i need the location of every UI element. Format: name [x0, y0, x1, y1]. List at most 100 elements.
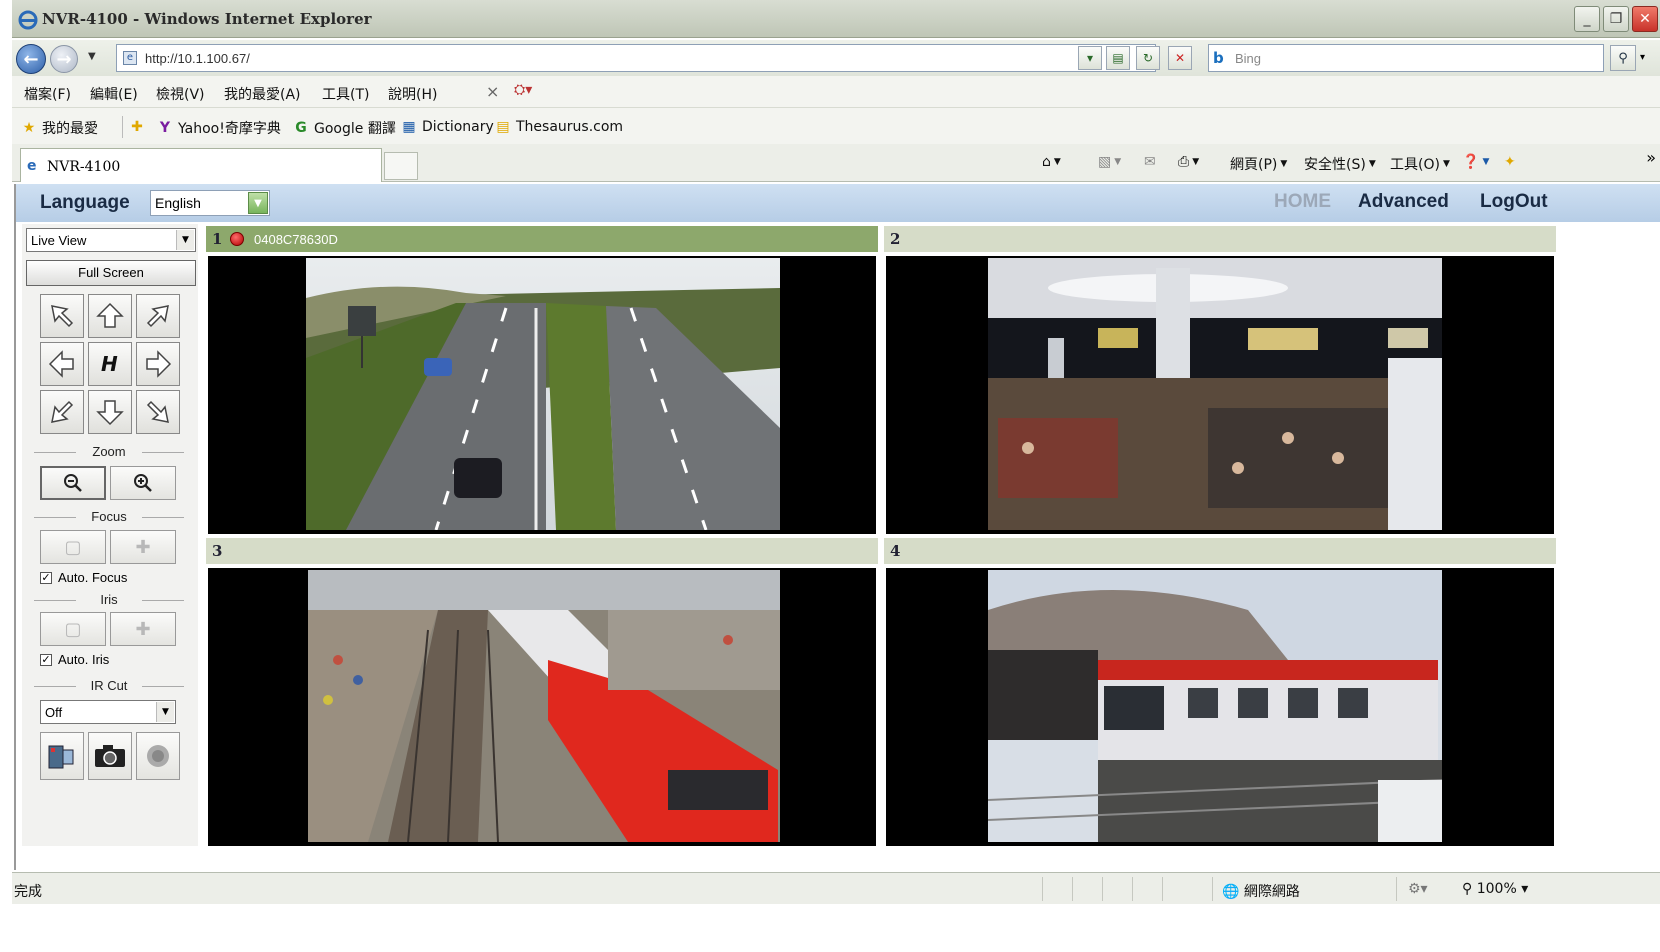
tab-label: NVR-4100 [47, 159, 121, 175]
pan-up-left-button[interactable] [40, 294, 84, 338]
snapshot-button[interactable] [88, 732, 132, 780]
menu-help[interactable]: 說明(H) [388, 84, 437, 104]
record-button[interactable] [40, 732, 84, 780]
pan-down-left-button[interactable] [40, 390, 84, 434]
camera-pane-3[interactable]: 3 [206, 538, 878, 848]
video-screen[interactable] [886, 568, 1554, 846]
fav-thesaurus[interactable]: ▤ Thesaurus.com [494, 118, 623, 136]
safety-menu[interactable]: 安全性(S) ▼ [1304, 154, 1376, 174]
toolbar-overflow-icon[interactable]: » [1646, 148, 1656, 167]
recent-pages-dropdown-icon[interactable]: ▼ [88, 51, 96, 62]
camera-pane-2[interactable]: 2 [884, 226, 1556, 536]
tab-nvr[interactable]: e NVR-4100 [20, 148, 382, 182]
iris-close-button[interactable]: ▢ [40, 612, 106, 646]
camera-pane-4[interactable]: 4 [884, 538, 1556, 848]
search-icon[interactable]: ⚲ [1610, 45, 1636, 71]
pan-up-right-button[interactable] [136, 294, 180, 338]
tilt-up-button[interactable] [88, 294, 132, 338]
camera-pane-1[interactable]: 1 0408C78630D [206, 226, 878, 536]
refresh-icon[interactable]: ↻ [1136, 46, 1160, 70]
favorites-label: 我的最愛 [42, 121, 98, 137]
video-screen[interactable] [886, 256, 1554, 534]
full-screen-button[interactable]: Full Screen [26, 260, 196, 286]
search-box[interactable]: b Bing [1208, 44, 1604, 72]
fav-dictionary[interactable]: ▦ Dictionary [400, 118, 493, 136]
close-window-button[interactable]: ✕ [1632, 6, 1658, 32]
menu-edit[interactable]: 編輯(E) [90, 84, 138, 104]
restore-button[interactable]: ❐ [1603, 6, 1629, 32]
video-feed-airport-hall [988, 258, 1442, 530]
auto-focus-checkbox[interactable]: ✓ Auto. Focus [40, 570, 127, 585]
ir-cut-select[interactable]: Off ▼ [40, 700, 176, 724]
close-toolbar-icon[interactable]: × [486, 82, 499, 101]
feeds-icon[interactable]: ▧ ▼ [1098, 154, 1121, 170]
pan-right-button[interactable] [136, 342, 180, 386]
add-to-favorites-icon[interactable]: ✚ [128, 118, 146, 136]
audio-button[interactable] [136, 732, 180, 780]
view-mode-select[interactable]: Live View ▼ [26, 228, 196, 252]
menu-favorites[interactable]: 我的最愛(A) [224, 84, 301, 104]
pan-down-right-button[interactable] [136, 390, 180, 434]
address-dropdown-icon[interactable]: ▾ [1078, 46, 1102, 70]
arrow-right-icon [146, 350, 172, 378]
advanced-link[interactable]: Advanced [1358, 191, 1449, 213]
zoom-out-button[interactable] [40, 466, 106, 500]
back-button[interactable]: ← [16, 44, 46, 74]
address-bar[interactable]: e http://10.1.100.67/ [116, 44, 1156, 72]
fav-google-label: Google 翻譯 [314, 121, 396, 137]
tilt-down-button[interactable] [88, 390, 132, 434]
focus-far-button[interactable]: ✚ [110, 530, 176, 564]
protected-mode-icon[interactable]: ⚙▾ [1408, 881, 1428, 897]
search-options-dropdown-icon[interactable]: ▾ [1640, 52, 1645, 63]
camera-pane-header: 2 [884, 226, 1556, 252]
logout-link[interactable]: LogOut [1480, 191, 1548, 213]
page-menu[interactable]: 網頁(P) ▼ [1230, 154, 1287, 174]
favorites-divider [122, 116, 123, 138]
pan-left-button[interactable] [40, 342, 84, 386]
arrow-up-right-icon [146, 305, 169, 328]
compatibility-view-icon[interactable]: ▤ [1106, 46, 1130, 70]
focus-label: Focus [34, 509, 184, 524]
help-icon[interactable]: ❓ ▼ [1462, 154, 1489, 170]
page-icon: e [123, 51, 137, 65]
iris-open-button[interactable]: ✚ [110, 612, 176, 646]
minimize-button[interactable]: _ [1574, 6, 1600, 32]
zoom-level[interactable]: ⚲ 100% ▾ [1462, 881, 1528, 897]
forward-button[interactable]: → [50, 45, 78, 73]
zoom-out-icon [64, 474, 82, 492]
home-link[interactable]: HOME [1274, 191, 1331, 213]
status-text: 完成 [14, 884, 42, 900]
ie-icon [18, 10, 38, 30]
video-screen[interactable] [208, 568, 876, 846]
focus-near-button[interactable]: ▢ [40, 530, 106, 564]
new-tab-button[interactable] [384, 152, 418, 180]
address-url[interactable]: http://10.1.100.67/ [145, 51, 250, 66]
mail-icon[interactable]: ✉ [1144, 154, 1156, 170]
svg-text:H: H [101, 352, 118, 376]
focus-near-icon: ▢ [64, 536, 82, 558]
language-select[interactable]: English ▼ [150, 190, 270, 216]
home-icon[interactable]: ⌂ ▼ [1042, 154, 1061, 170]
zoom-in-button[interactable] [110, 466, 176, 500]
chevron-down-icon[interactable]: ▼ [248, 192, 268, 214]
recording-indicator-icon [230, 232, 244, 246]
translate-icon[interactable]: ⛭▾ [514, 82, 536, 102]
tools-menu[interactable]: 工具(O) ▼ [1390, 154, 1450, 174]
ptz-home-button[interactable]: H [88, 342, 132, 386]
fav-yahoo-dictionary[interactable]: Y Yahoo!奇摩字典 [156, 118, 281, 138]
zoom-magnifier-icon: ⚲ [1462, 881, 1473, 897]
auto-iris-checkbox[interactable]: ✓ Auto. Iris [40, 652, 109, 667]
menu-tools[interactable]: 工具(T) [322, 84, 369, 104]
menu-view[interactable]: 檢視(V) [156, 84, 205, 104]
menu-file[interactable]: 檔案(F) [24, 84, 71, 104]
chevron-down-icon[interactable]: ▼ [176, 230, 194, 250]
research-icon[interactable]: ✦ [1504, 154, 1516, 170]
video-screen[interactable] [208, 256, 876, 534]
print-icon[interactable]: ⎙ ▼ [1178, 154, 1199, 170]
fav-google-translate[interactable]: G Google 翻譯 [292, 118, 396, 138]
fav-yahoo-label: Yahoo!奇摩字典 [178, 121, 281, 137]
stop-icon[interactable]: ✕ [1168, 46, 1192, 70]
chevron-down-icon[interactable]: ▼ [156, 702, 174, 722]
favorites-button[interactable]: ★ 我的最愛 [20, 118, 98, 138]
camera-number: 4 [890, 542, 901, 560]
